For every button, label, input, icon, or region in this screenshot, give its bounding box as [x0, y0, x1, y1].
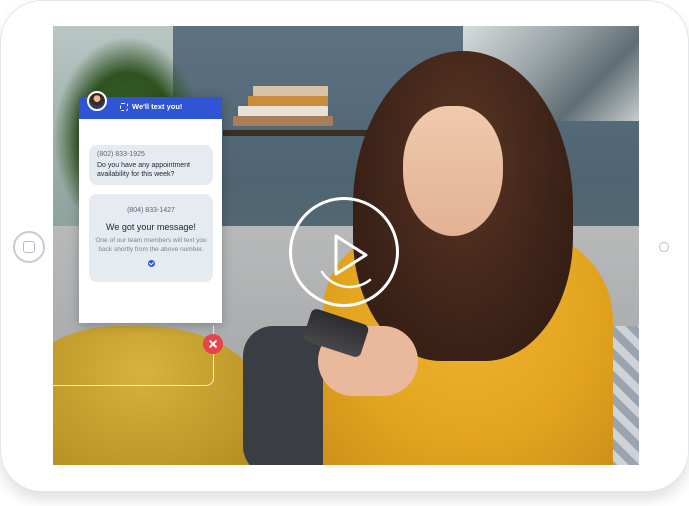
confirmation-text: One of our team members will text you ba…	[95, 237, 207, 253]
home-button-icon[interactable]	[13, 231, 45, 263]
book	[253, 86, 328, 96]
chat-widget: We'll text you! (802) 833-1925 Do you ha…	[79, 91, 222, 323]
agent-avatar	[87, 91, 107, 111]
check-icon	[147, 260, 155, 267]
chat-bubble-icon	[120, 103, 128, 111]
chat-widget-outline	[53, 325, 214, 386]
confirmation-title: We got your message!	[106, 222, 196, 232]
confirmation-message: (804) 833-1427 We got your message! One …	[89, 194, 213, 282]
person-face	[403, 106, 503, 236]
camera-icon	[659, 242, 669, 252]
close-icon[interactable]	[203, 334, 223, 354]
book	[238, 106, 328, 116]
confirmation-phone: (804) 833-1427	[127, 207, 175, 214]
book	[248, 96, 328, 106]
play-button[interactable]	[289, 197, 399, 307]
chat-title: We'll text you!	[132, 102, 183, 111]
incoming-message: (802) 833-1925 Do you have any appointme…	[89, 145, 213, 185]
book	[233, 116, 333, 126]
play-icon	[320, 234, 372, 289]
incoming-phone: (802) 833-1925	[97, 151, 145, 158]
home-square-icon	[23, 241, 35, 253]
incoming-text: Do you have any appointment availability…	[97, 162, 191, 178]
